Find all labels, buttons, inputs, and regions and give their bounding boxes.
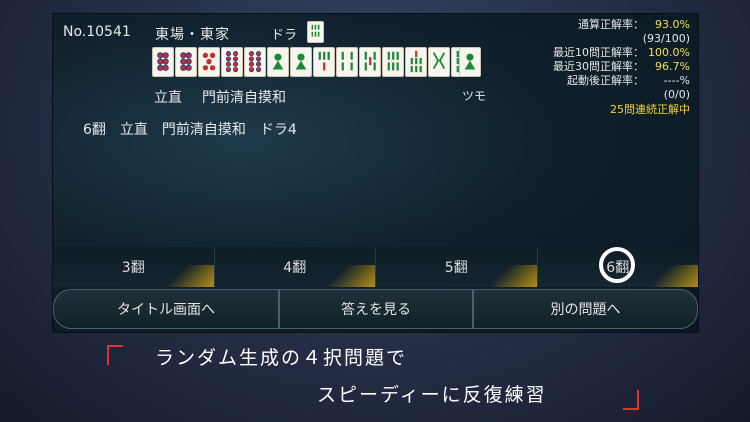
bottom-nav: タイトル画面へ 答えを見る 別の問題へ [53, 289, 698, 329]
stat-last30: 最近30問正解率： 96.7% [530, 60, 690, 74]
bracket-open [107, 345, 123, 365]
bracket-close [623, 390, 639, 410]
answer-glow [476, 265, 537, 287]
tile-pin [244, 47, 266, 77]
answer-option-3han[interactable]: 3翻 [53, 247, 215, 287]
dora-label: ドラ [271, 28, 298, 43]
tile-pin [198, 47, 220, 77]
answer-line: 6翻 立直 門前清自摸和 ドラ4 [83, 122, 297, 138]
stat-last10-label: 最近10問正解率： [553, 46, 644, 59]
stat-last10-value: 100.0% [648, 46, 690, 59]
game-screen: No.10541 東場・東家 ドラ 立直 門前清自摸和 ツモ 6翻 立直 門前清… [53, 14, 698, 332]
stat-total-label: 通算正解率： [578, 18, 644, 31]
tile-sou [359, 47, 381, 77]
tsumo-label: ツモ [462, 89, 487, 103]
caption-line-1: ランダム生成の４択問題で [155, 347, 408, 369]
show-answer-button[interactable]: 答えを見る [279, 289, 473, 329]
problem-number: No.10541 [63, 24, 131, 40]
tile-pin [152, 47, 174, 77]
stats-panel: 通算正解率： 93.0% (93/100) 最近10問正解率： 100.0% 最… [530, 18, 690, 118]
answer-label: 3翻 [121, 260, 145, 276]
player-hand [152, 47, 474, 77]
stat-total-sub: (93/100) [642, 32, 690, 45]
tile-sou [382, 47, 404, 77]
answer-glow [638, 265, 698, 287]
tile-sou [336, 47, 358, 77]
answer-glow [153, 265, 214, 287]
answer-option-4han[interactable]: 4翻 [214, 247, 376, 287]
tile-sou [405, 47, 427, 77]
tile-sou [459, 47, 481, 77]
round-label: 東場・東家 [155, 27, 230, 43]
tile-pin [221, 47, 243, 77]
answer-label: 5翻 [444, 260, 468, 276]
tile-sou [290, 47, 312, 77]
stat-startup: 起動後正解率： ----% [530, 74, 690, 88]
answer-label: 4翻 [283, 260, 307, 276]
yaku-riichi: 立直 [154, 90, 182, 106]
stat-startup-value: ----% [663, 74, 690, 87]
caption-line-2: スピーディーに反復練習 [317, 384, 547, 406]
streak-badge: 25問連続正解中 [610, 103, 690, 116]
answer-glow [315, 265, 375, 287]
stat-startup-label: 起動後正解率： [567, 74, 644, 87]
title-screen-button[interactable]: タイトル画面へ [53, 289, 279, 329]
yaku-menzen-tsumo: 門前清自摸和 [202, 90, 286, 106]
next-problem-button[interactable]: 別の問題へ [473, 289, 698, 329]
answer-option-5han[interactable]: 5翻 [376, 247, 538, 287]
stat-total: 通算正解率： 93.0% [530, 18, 690, 32]
tile-sou [428, 47, 450, 77]
selected-answer-circle [599, 247, 635, 283]
stat-last10: 最近10問正解率： 100.0% [530, 46, 690, 60]
dora-indicator-tile [307, 21, 325, 43]
stat-startup-sub: (0/0) [663, 88, 690, 101]
tile-sou [267, 47, 289, 77]
stat-total-value: 93.0% [655, 18, 690, 31]
stat-last30-value: 96.7% [655, 60, 690, 73]
tsumo-tile [459, 47, 482, 77]
stat-last30-label: 最近30問正解率： [553, 60, 644, 73]
tile-sou [313, 47, 335, 77]
tile-sou [307, 21, 324, 43]
tile-pin [175, 47, 197, 77]
